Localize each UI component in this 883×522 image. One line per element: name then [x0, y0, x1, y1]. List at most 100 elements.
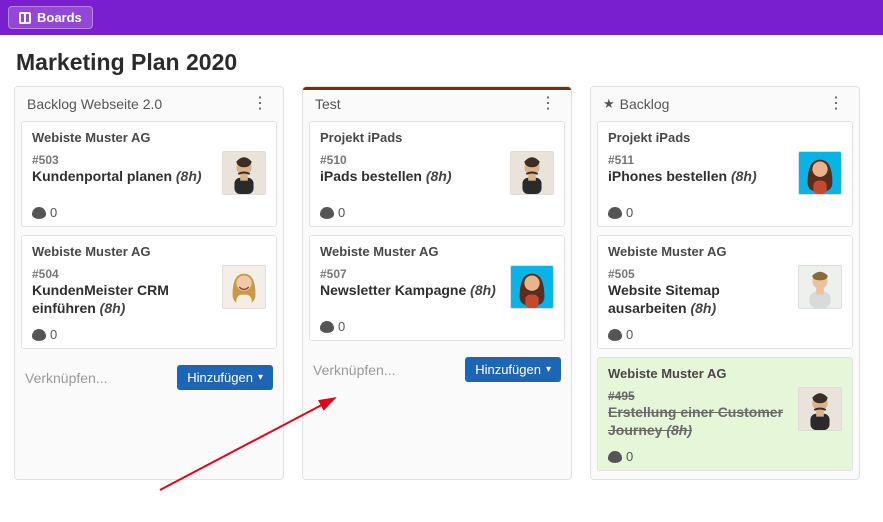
card-comments[interactable]: 0 [320, 195, 554, 220]
card-hours: (8h) [731, 168, 757, 184]
star-icon: ★ [603, 96, 615, 112]
card-title: iPads bestellen (8h) [320, 168, 504, 186]
comment-count: 0 [626, 205, 633, 220]
card-comments[interactable]: 0 [608, 317, 842, 342]
avatar[interactable] [222, 151, 266, 195]
card-hours: (8h) [100, 300, 126, 316]
card-title: Newsletter Kampagne (8h) [320, 282, 504, 300]
comment-icon [32, 207, 46, 219]
column-footer: Verknüpfen... Hinzufügen ▾ [15, 357, 283, 400]
boards-icon [19, 12, 31, 24]
column: Backlog Webseite 2.0⋮Webiste Muster AG#5… [14, 86, 284, 480]
avatar[interactable] [510, 151, 554, 195]
card-project: Webiste Muster AG [608, 358, 842, 385]
comment-count: 0 [338, 319, 345, 334]
add-button[interactable]: Hinzufügen ▾ [177, 365, 273, 390]
column-header: Backlog Webseite 2.0 ⋮ [15, 87, 283, 121]
card-hours: (8h) [426, 168, 452, 184]
card[interactable]: Webiste Muster AG#503Kundenportal planen… [21, 121, 277, 227]
column-title-label: Backlog Webseite 2.0 [27, 96, 162, 112]
card-body: #510iPads bestellen (8h) [320, 149, 504, 195]
column-title[interactable]: Backlog Webseite 2.0 [27, 96, 162, 112]
comment-icon [608, 329, 622, 341]
card[interactable]: Projekt iPads#510iPads bestellen (8h)0 [309, 121, 565, 227]
card-title-text: Newsletter Kampagne [320, 282, 466, 298]
avatar[interactable] [222, 265, 266, 309]
chevron-down-icon: ▾ [258, 372, 263, 383]
card-comments[interactable]: 0 [32, 317, 266, 342]
card-hours: (8h) [470, 282, 496, 298]
comment-count: 0 [626, 449, 633, 464]
card-hours: (8h) [690, 300, 716, 316]
top-bar: Boards [0, 0, 883, 35]
card-body-row: #495Erstellung einer Customer Journey (8… [608, 385, 842, 439]
comment-icon [608, 451, 622, 463]
card-project: Webiste Muster AG [320, 236, 554, 263]
card-id: #510 [320, 153, 504, 167]
card-title: KundenMeister CRM einführen (8h) [32, 282, 216, 317]
card-title: Erstellung einer Customer Journey (8h) [608, 404, 792, 439]
avatar[interactable] [798, 151, 842, 195]
add-button-label: Hinzufügen [187, 370, 253, 385]
boards-button[interactable]: Boards [8, 6, 93, 29]
card-title-text: Kundenportal planen [32, 168, 172, 184]
card-body-row: #505Website Sitemap ausarbeiten (8h) [608, 263, 842, 317]
card-body: #503Kundenportal planen (8h) [32, 149, 216, 195]
card-body-row: #504KundenMeister CRM einführen (8h) [32, 263, 266, 317]
card-id: #511 [608, 153, 792, 167]
column-title[interactable]: Test [315, 96, 341, 112]
card-id: #503 [32, 153, 216, 167]
card-id: #504 [32, 267, 216, 281]
link-input[interactable]: Verknüpfen... [25, 370, 108, 386]
card-body: #507Newsletter Kampagne (8h) [320, 263, 504, 309]
card-project: Webiste Muster AG [32, 122, 266, 149]
column-title[interactable]: ★ Backlog [603, 96, 669, 112]
link-input[interactable]: Verknüpfen... [313, 362, 396, 378]
card-title: Kundenportal planen (8h) [32, 168, 216, 186]
column-title-label: Test [315, 96, 341, 112]
card-project: Projekt iPads [320, 122, 554, 149]
avatar[interactable] [798, 265, 842, 309]
avatar[interactable] [798, 387, 842, 431]
card-hours: (8h) [666, 422, 692, 438]
column-header: Test ⋮ [303, 87, 571, 121]
comment-count: 0 [50, 205, 57, 220]
add-button-label: Hinzufügen [475, 362, 541, 377]
card[interactable]: Projekt iPads#511iPhones bestellen (8h)0 [597, 121, 853, 227]
column: ★Backlog⋮Projekt iPads#511iPhones bestel… [590, 86, 860, 480]
column: Test⋮Projekt iPads#510iPads bestellen (8… [302, 86, 572, 480]
column-footer: Verknüpfen... Hinzufügen▾ [303, 349, 571, 392]
comment-icon [608, 207, 622, 219]
comment-count: 0 [50, 327, 57, 342]
card-body-row: #510iPads bestellen (8h) [320, 149, 554, 195]
avatar[interactable] [510, 265, 554, 309]
comment-icon [32, 329, 46, 341]
column-header: ★ Backlog ⋮ [591, 87, 859, 121]
column-menu-icon[interactable]: ⋮ [825, 96, 847, 112]
card-title-text: Erstellung einer Customer Journey [608, 404, 783, 438]
card-comments[interactable]: 0 [608, 439, 842, 464]
column-title-label: Backlog [620, 96, 670, 112]
column-menu-icon[interactable]: ⋮ [537, 96, 559, 112]
comment-count: 0 [338, 205, 345, 220]
card[interactable]: Webiste Muster AG#507Newsletter Kampagne… [309, 235, 565, 341]
column-menu-icon[interactable]: ⋮ [249, 96, 271, 112]
card-id: #507 [320, 267, 504, 281]
card[interactable]: Webiste Muster AG#505Website Sitemap aus… [597, 235, 853, 349]
boards-label: Boards [37, 10, 82, 25]
add-button[interactable]: Hinzufügen▾ [465, 357, 561, 382]
page-title: Marketing Plan 2020 [0, 35, 883, 86]
card-comments[interactable]: 0 [32, 195, 266, 220]
card-comments[interactable]: 0 [608, 195, 842, 220]
card-comments[interactable]: 0 [320, 309, 554, 334]
card-title-text: iPads bestellen [320, 168, 422, 184]
card-title-text: iPhones bestellen [608, 168, 727, 184]
card-body: #505Website Sitemap ausarbeiten (8h) [608, 263, 792, 317]
card-body: #495Erstellung einer Customer Journey (8… [608, 385, 792, 439]
card-project: Webiste Muster AG [608, 236, 842, 263]
comment-icon [320, 321, 334, 333]
board-area: Backlog Webseite 2.0⋮Webiste Muster AG#5… [0, 86, 883, 494]
card[interactable]: Webiste Muster AG#504KundenMeister CRM e… [21, 235, 277, 349]
card[interactable]: Webiste Muster AG#495Erstellung einer Cu… [597, 357, 853, 471]
card-body: #504KundenMeister CRM einführen (8h) [32, 263, 216, 317]
